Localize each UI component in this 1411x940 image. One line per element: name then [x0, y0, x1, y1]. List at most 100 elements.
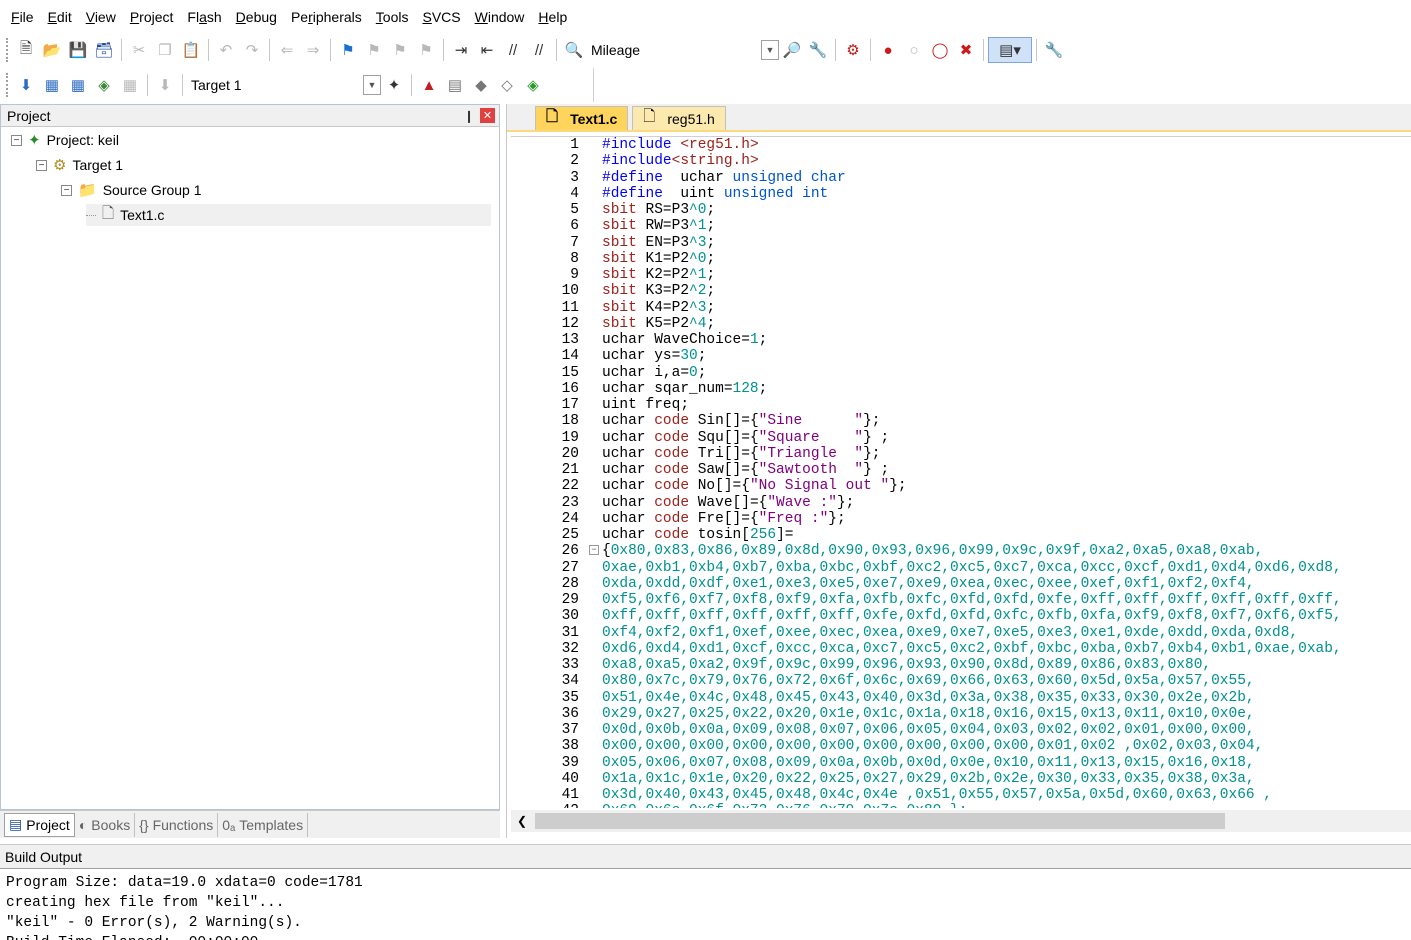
- horizontal-scrollbar[interactable]: ❮: [511, 810, 1411, 832]
- line-number: 17: [561, 397, 579, 413]
- tree-item[interactable]: − ⚙ Target 1: [36, 154, 123, 176]
- pin-icon[interactable]: ❙: [464, 109, 474, 123]
- code-editor[interactable]: 1 #include <reg51.h> 2 #include<string.h> 3 #…: [511, 136, 1411, 808]
- tree-item[interactable]: − 📁 Source Group 1: [61, 179, 202, 201]
- code-text: 0xd6,0xd4,0xd1,0xcf,0xcc,0xca,0xc7,0xc5,…: [602, 641, 1342, 657]
- menu-item[interactable]: Debug: [229, 0, 284, 34]
- line-number: 35: [561, 689, 579, 706]
- options-for-target-icon[interactable]: ✦: [381, 72, 407, 98]
- menu-item[interactable]: File: [4, 0, 41, 34]
- menu-item[interactable]: View: [79, 0, 123, 34]
- disable-all-breakpoints-icon[interactable]: ◯: [927, 37, 953, 63]
- scroll-thumb[interactable]: [535, 813, 1225, 829]
- menu-item[interactable]: Edit: [41, 0, 79, 34]
- save-icon[interactable]: 💾: [65, 37, 91, 63]
- next-bookmark-icon[interactable]: ⚑: [387, 37, 413, 63]
- editor-tab[interactable]: 🗋 reg51.h: [632, 106, 726, 130]
- menu-item[interactable]: Help: [531, 0, 574, 34]
- find-in-files-icon[interactable]: 🔍: [561, 37, 587, 63]
- rebuild-icon[interactable]: ▦: [65, 72, 91, 98]
- incremental-find-icon[interactable]: 🔎: [779, 37, 805, 63]
- code-token: {: [602, 543, 611, 560]
- code-text: 0x3d,0x40,0x43,0x45,0x48,0x4c,0x4e ,0x51…: [602, 787, 1272, 803]
- tree-item[interactable]: 🗋 Text1.c: [86, 204, 491, 226]
- file-extensions-icon[interactable]: ▤: [442, 72, 468, 98]
- translate-icon[interactable]: ⬇: [13, 72, 39, 98]
- close-icon[interactable]: ✕: [480, 108, 495, 123]
- menu-item[interactable]: Tools: [369, 0, 416, 34]
- collapse-icon[interactable]: −: [61, 184, 72, 196]
- save-all-icon[interactable]: 🗃: [91, 37, 117, 63]
- manage-project-items-icon[interactable]: ▲: [416, 72, 442, 98]
- copy-icon[interactable]: ❐: [152, 37, 178, 63]
- toolbar-grip[interactable]: [6, 73, 9, 97]
- comment-icon[interactable]: //: [500, 37, 526, 63]
- panel-tab-books[interactable]: ◐ Books: [75, 812, 136, 837]
- uncomment-icon[interactable]: //: [526, 37, 552, 63]
- code-line: 21 uchar code Saw[]={"Sawtooth "} ;: [511, 462, 1411, 478]
- clear-bookmarks-icon[interactable]: ⚑: [413, 37, 439, 63]
- redo-icon[interactable]: ↷: [239, 37, 265, 63]
- download-icon[interactable]: ⬇: [152, 72, 178, 98]
- manage-runtime-icon[interactable]: ◇: [494, 72, 520, 98]
- code-token: sbit: [602, 315, 646, 332]
- code-token: code: [654, 462, 698, 478]
- panel-tab-functions[interactable]: {} Functions: [135, 812, 219, 837]
- editor-tab[interactable]: 🗋 Text1.c: [535, 106, 629, 130]
- stop-build-icon[interactable]: ▦: [117, 72, 143, 98]
- insert-breakpoint-icon[interactable]: ●: [875, 37, 901, 63]
- find-combo[interactable]: Mileage ▼: [591, 38, 779, 62]
- toolbar-grip[interactable]: [6, 38, 9, 62]
- code-token: sbit: [602, 283, 646, 300]
- batch-build-icon[interactable]: ◈: [91, 72, 117, 98]
- unindent-icon[interactable]: ⇤: [474, 37, 500, 63]
- menu-mnemonic: P: [129, 9, 140, 25]
- build-icon[interactable]: ▦: [39, 72, 65, 98]
- toolbar-separator: [556, 39, 557, 61]
- code-token: sbit: [602, 202, 646, 218]
- window-layout-icon[interactable]: ▤▾: [988, 37, 1032, 63]
- find-icon[interactable]: 🔧: [805, 37, 831, 63]
- new-file-icon[interactable]: 🗎: [13, 37, 39, 63]
- prev-bookmark-icon[interactable]: ⚑: [361, 37, 387, 63]
- code-token: };: [863, 445, 881, 462]
- menu-item[interactable]: Window: [468, 0, 532, 34]
- collapse-icon[interactable]: −: [36, 159, 47, 171]
- target-combo[interactable]: Target 1 ▼: [191, 73, 381, 97]
- project-tree: − ✦ Project: keil − ⚙ Target 1 − 📁 Source Group …: [1, 127, 499, 787]
- tree-item[interactable]: − ✦ Project: keil: [11, 129, 119, 151]
- select-packs-icon[interactable]: ◆: [468, 72, 494, 98]
- code-line: 22 uchar code No[]={"No Signal out "};: [511, 478, 1411, 494]
- build-output[interactable]: Program Size: data=19.0 xdata=0 code=178…: [0, 868, 1411, 940]
- indent-icon[interactable]: ⇥: [448, 37, 474, 63]
- nav-forward-icon[interactable]: ⇒: [300, 37, 326, 63]
- menu-item[interactable]: Project: [123, 0, 181, 34]
- line-number: 40: [561, 770, 579, 787]
- panel-tab-project[interactable]: ▤ Project: [4, 812, 75, 837]
- disable-breakpoint-icon[interactable]: ○: [901, 37, 927, 63]
- undo-icon[interactable]: ↶: [213, 37, 239, 63]
- scroll-left-icon[interactable]: ❮: [511, 814, 533, 828]
- paste-icon[interactable]: 📋: [178, 37, 204, 63]
- menu-item[interactable]: SVCS: [415, 0, 467, 34]
- code-token: K1=P2: [645, 250, 690, 267]
- pack-installer-icon[interactable]: ◈: [520, 72, 546, 98]
- code-text: uchar sqar_num=128;: [602, 381, 767, 397]
- bookmark-icon[interactable]: ⚑: [335, 37, 361, 63]
- nav-back-icon[interactable]: ⇐: [274, 37, 300, 63]
- open-folder-icon[interactable]: 📂: [39, 37, 65, 63]
- chevron-down-icon[interactable]: ▼: [761, 40, 779, 60]
- code-line: 28 0xda,0xdd,0xdf,0xe1,0xe3,0xe5,0xe7,0xe…: [511, 576, 1411, 592]
- menu-item[interactable]: Peripherals: [284, 0, 369, 34]
- menu-item[interactable]: Flash: [180, 0, 228, 34]
- code-token: ;: [706, 299, 716, 316]
- chevron-down-icon[interactable]: ▼: [363, 75, 381, 95]
- configure-icon[interactable]: 🔧: [1041, 37, 1067, 63]
- code-token: 0x05,0x06,0x07,0x08,0x09,0x0a,0x0b,0x0d,…: [602, 754, 1255, 771]
- panel-tab-templates[interactable]: 0ₐ Templates: [218, 812, 309, 837]
- cut-icon[interactable]: ✂: [126, 37, 152, 63]
- kill-all-breakpoints-icon[interactable]: ✖: [953, 37, 979, 63]
- fold-icon[interactable]: −: [589, 545, 599, 556]
- collapse-icon[interactable]: −: [11, 134, 22, 146]
- debug-session-icon[interactable]: ⚙: [840, 37, 866, 63]
